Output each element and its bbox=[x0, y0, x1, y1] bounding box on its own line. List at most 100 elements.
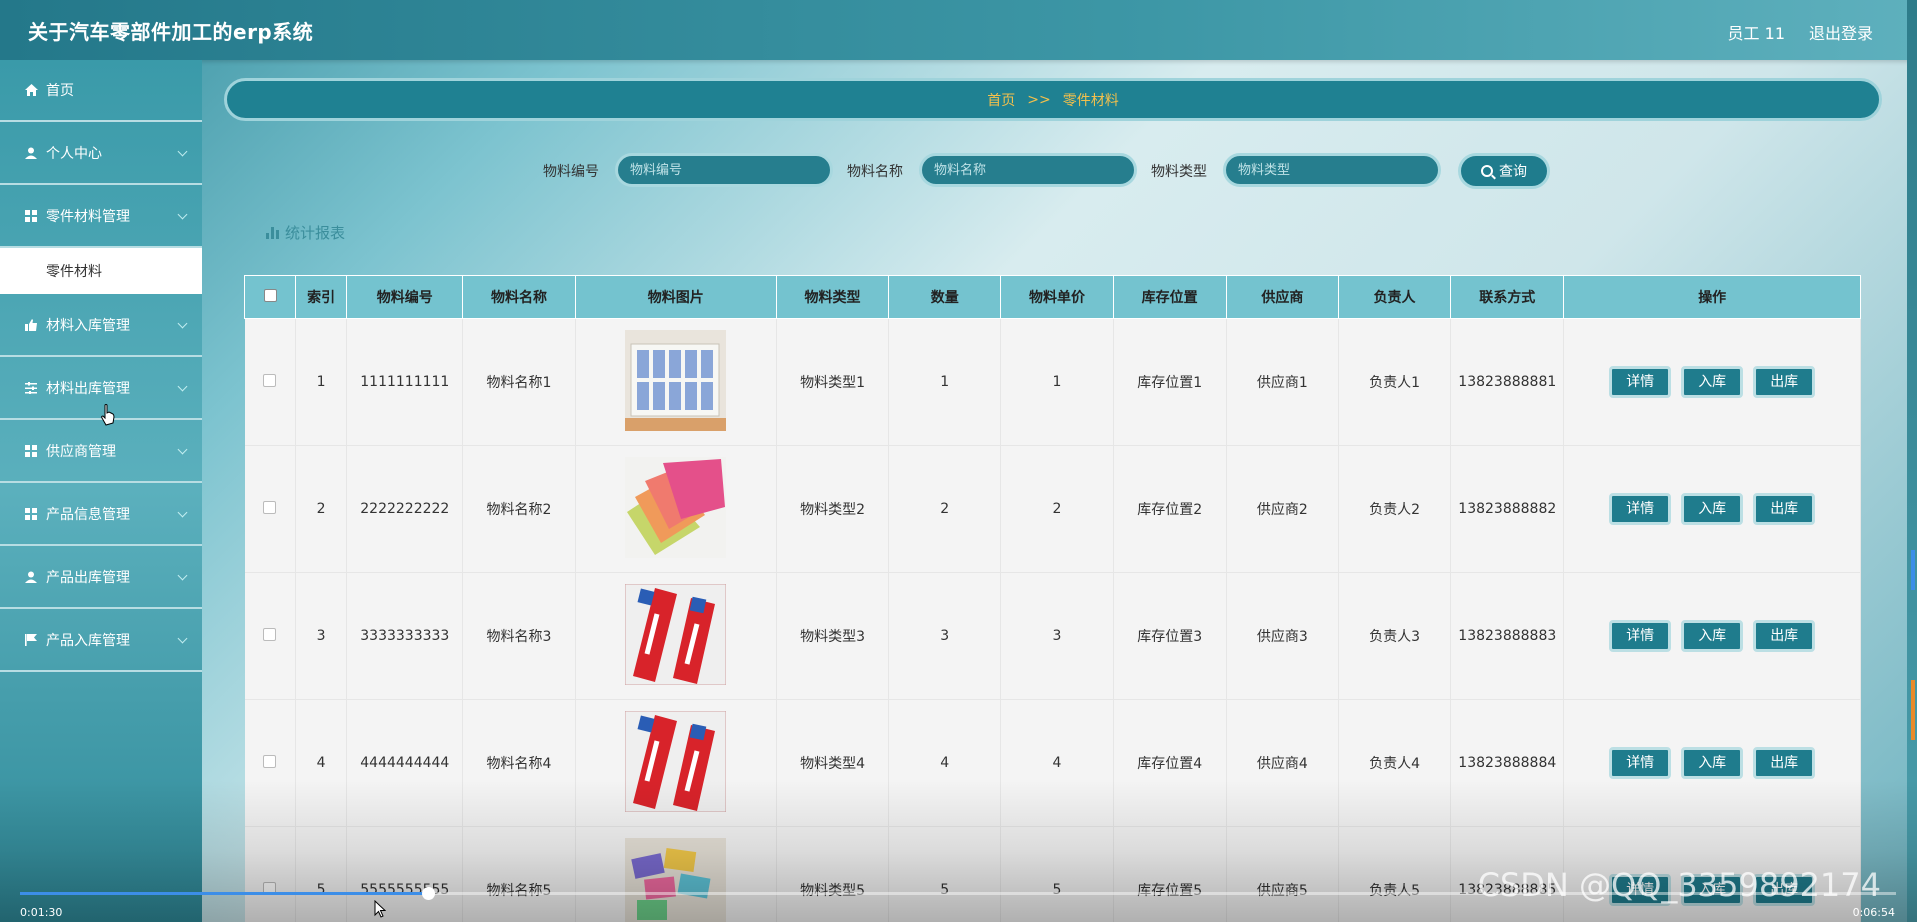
breadcrumb-home[interactable]: 首页 bbox=[987, 90, 1015, 110]
cell-type: 物料类型4 bbox=[776, 699, 890, 827]
stock-in-button[interactable]: 入库 bbox=[1681, 620, 1744, 652]
material-image-cloths[interactable] bbox=[625, 456, 727, 558]
video-progress-bar[interactable] bbox=[20, 887, 1896, 900]
row-checkbox[interactable] bbox=[263, 500, 277, 514]
detail-button[interactable]: 详情 bbox=[1609, 493, 1672, 525]
cell-location: 库存位置1 bbox=[1113, 318, 1227, 446]
search-button-label: 查询 bbox=[1499, 164, 1527, 180]
row-checkbox[interactable] bbox=[263, 754, 277, 768]
sliders-icon bbox=[24, 381, 38, 395]
sidebar-item-material-in[interactable]: 材料入库管理 bbox=[0, 294, 202, 357]
cell-supplier: 供应商1 bbox=[1226, 318, 1339, 446]
stock-in-button[interactable]: 入库 bbox=[1681, 493, 1744, 525]
stock-out-button[interactable]: 出库 bbox=[1753, 493, 1816, 525]
column-header: 物料图片 bbox=[574, 275, 777, 319]
logout-link[interactable]: 退出登录 bbox=[1809, 20, 1873, 44]
cell-qty: 5 bbox=[888, 826, 1002, 922]
scroll-marker bbox=[1911, 680, 1915, 740]
cell-phone: 13823888882 bbox=[1450, 445, 1565, 573]
grid-icon bbox=[24, 444, 38, 458]
breadcrumb: 首页 >> 零件材料 bbox=[224, 78, 1882, 121]
stock-in-button[interactable]: 入库 bbox=[1681, 366, 1744, 398]
chevron-down-icon bbox=[177, 209, 188, 220]
scroll-thumb[interactable] bbox=[1911, 550, 1915, 590]
search-icon bbox=[1481, 165, 1493, 177]
grid-icon bbox=[24, 507, 38, 521]
column-header: 物料编号 bbox=[346, 275, 464, 319]
code-search-input[interactable] bbox=[615, 153, 833, 187]
table-row: 1 1111111111 物料名称1 物料类型1 1 1 库存位置1 供应商1 … bbox=[244, 318, 1861, 446]
cell-index: 3 bbox=[295, 572, 348, 700]
material-image-tissue-pack[interactable] bbox=[625, 329, 727, 431]
sidebar-item-product-in[interactable]: 产品入库管理 bbox=[0, 609, 202, 672]
row-checkbox[interactable] bbox=[263, 373, 277, 387]
sidebar-item-product-out[interactable]: 产品出库管理 bbox=[0, 546, 202, 609]
sidebar-item-label: 产品入库管理 bbox=[46, 632, 130, 649]
page-scrollbar[interactable] bbox=[1907, 0, 1917, 922]
column-header: 负责人 bbox=[1337, 275, 1452, 319]
stock-out-button[interactable]: 出库 bbox=[1753, 620, 1816, 652]
material-image-toothpaste[interactable] bbox=[625, 583, 727, 685]
stock-out-button[interactable]: 出库 bbox=[1753, 366, 1816, 398]
select-all-checkbox[interactable] bbox=[263, 288, 277, 302]
column-header: 索引 bbox=[295, 275, 348, 319]
cell-phone: 13823888883 bbox=[1450, 572, 1565, 700]
cell-actions: 详情 入库 出库 bbox=[1563, 318, 1861, 446]
detail-button[interactable]: 详情 bbox=[1609, 366, 1672, 398]
cell-code: 4444444444 bbox=[346, 699, 464, 827]
video-total-time: 0:06:54 bbox=[1852, 906, 1895, 919]
submenu-item-parts-material[interactable]: 零件材料 bbox=[0, 248, 202, 294]
select-all-cell bbox=[244, 275, 297, 319]
row-checkbox[interactable] bbox=[263, 627, 277, 641]
column-header: 操作 bbox=[1563, 275, 1861, 319]
flag-icon bbox=[24, 633, 38, 647]
cell-code: 3333333333 bbox=[346, 572, 464, 700]
arrow-cursor-icon bbox=[374, 900, 386, 918]
name-search-input[interactable] bbox=[919, 153, 1137, 187]
type-search-input[interactable] bbox=[1223, 153, 1441, 187]
table-row: 3 3333333333 物料名称3 物料类型3 3 3 库存位置3 供应商3 … bbox=[244, 572, 1861, 700]
cell-price: 1 bbox=[1000, 318, 1114, 446]
video-progress-knob[interactable] bbox=[421, 887, 435, 900]
stock-in-button[interactable]: 入库 bbox=[1681, 747, 1744, 779]
cell-supplier: 供应商2 bbox=[1226, 445, 1339, 573]
sidebar-item-label: 材料入库管理 bbox=[46, 317, 130, 334]
column-header: 数量 bbox=[888, 275, 1002, 319]
sidebar-item-home[interactable]: 首页 bbox=[0, 60, 202, 122]
type-label: 物料类型 bbox=[1151, 164, 1207, 180]
detail-button[interactable]: 详情 bbox=[1609, 620, 1672, 652]
material-image-sponges[interactable] bbox=[625, 837, 727, 922]
column-header: 联系方式 bbox=[1450, 275, 1565, 319]
table-row: 4 4444444444 物料名称4 物料类型4 4 4 库存位置4 供应商4 … bbox=[244, 699, 1861, 827]
chevron-down-icon bbox=[177, 570, 188, 581]
statistics-report-link[interactable]: 统计报表 bbox=[266, 222, 345, 243]
bar-chart-icon bbox=[266, 226, 279, 239]
chevron-down-icon bbox=[177, 444, 188, 455]
video-current-time: 0:01:30 bbox=[20, 906, 63, 919]
stock-out-button[interactable]: 出库 bbox=[1753, 747, 1816, 779]
sidebar-item-product-info[interactable]: 产品信息管理 bbox=[0, 483, 202, 546]
chevron-down-icon bbox=[177, 381, 188, 392]
cell-location: 库存位置2 bbox=[1113, 445, 1227, 573]
material-image-toothpaste[interactable] bbox=[625, 710, 727, 812]
top-bar: 关于汽车零部件加工的erp系统 员工 11 退出登录 bbox=[0, 0, 1917, 60]
cell-price: 3 bbox=[1000, 572, 1114, 700]
cell-index: 1 bbox=[295, 318, 348, 446]
name-label: 物料名称 bbox=[847, 164, 903, 180]
home-icon bbox=[24, 83, 38, 97]
sidebar-item-supplier[interactable]: 供应商管理 bbox=[0, 420, 202, 483]
search-button[interactable]: 查询 bbox=[1458, 153, 1550, 189]
user-name[interactable]: 员工 11 bbox=[1728, 20, 1785, 44]
app-title: 关于汽车零部件加工的erp系统 bbox=[28, 20, 314, 44]
cell-supplier: 供应商3 bbox=[1226, 572, 1339, 700]
detail-button[interactable]: 详情 bbox=[1609, 747, 1672, 779]
cell-code: 2222222222 bbox=[346, 445, 464, 573]
hand-cursor-icon bbox=[101, 404, 115, 426]
sidebar-item-label: 产品信息管理 bbox=[46, 506, 130, 523]
cell-name: 物料名称4 bbox=[462, 699, 576, 827]
sidebar-item-parts[interactable]: 零件材料管理 bbox=[0, 185, 202, 248]
cell-owner: 负责人2 bbox=[1338, 445, 1452, 573]
sidebar-item-label: 材料出库管理 bbox=[46, 380, 130, 397]
cell-owner: 负责人3 bbox=[1338, 572, 1452, 700]
table-row: 2 2222222222 物料名称2 物料类型2 2 2 库存位置2 供应商2 … bbox=[244, 445, 1861, 573]
